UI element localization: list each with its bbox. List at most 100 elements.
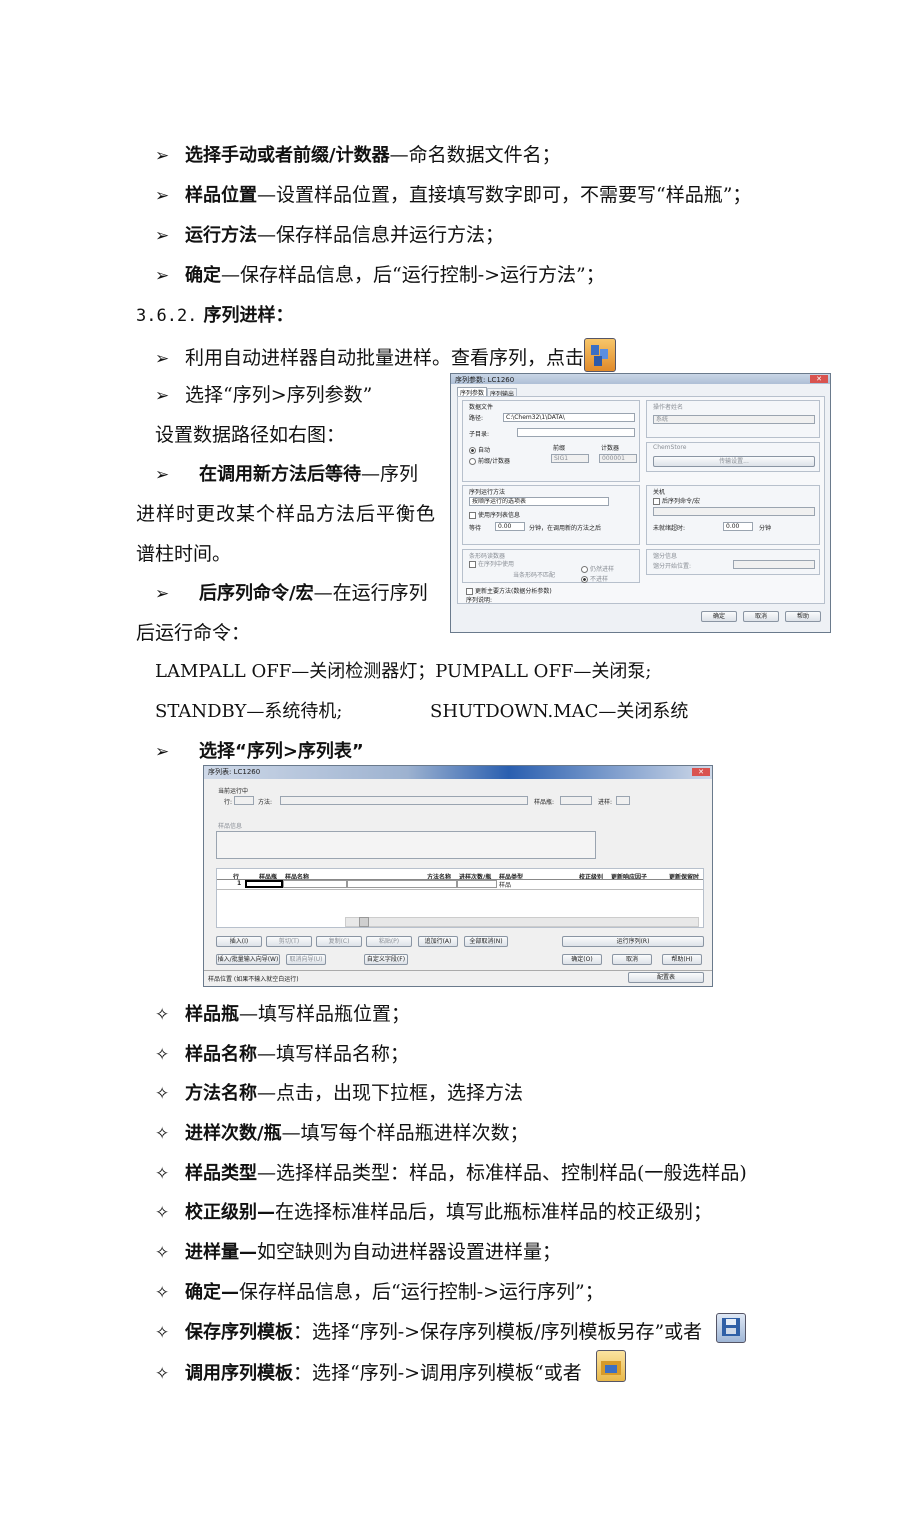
bullet-item: ➢ 选择“序列>序列表”	[155, 738, 364, 765]
sample-type-cell[interactable]: 样品	[499, 880, 511, 889]
subdir-input[interactable]	[517, 428, 635, 437]
shutdown-group: 关机 后序列命令/宏 未就绪超时: 0.00 分钟	[646, 485, 820, 545]
diamond-bullet-item: ✧ 进样量—如空缺则为自动进样器设置进样量；	[155, 1239, 561, 1266]
close-icon[interactable]: ✕	[810, 375, 828, 383]
prefix-input[interactable]: SIG1	[551, 454, 589, 463]
arrow-bullet-icon: ➢	[155, 226, 170, 246]
command-standby: STANDBY—系统待机;	[155, 701, 343, 722]
wizard-button[interactable]: 插入/批量输入向导(W)	[216, 954, 280, 965]
section-heading: 3.6.2. 序列进样：	[136, 305, 294, 326]
arrow-bullet-icon: ➢	[155, 386, 170, 406]
current-vial-field	[560, 796, 592, 805]
diamond-bullet-item: ✧ 调用序列模板：选择“序列->调用序列模板“或者	[155, 1350, 626, 1390]
sample-name-cell[interactable]	[283, 880, 347, 888]
diamond-bullet-icon: ✧	[155, 1323, 170, 1343]
use-seq-info-checkbox[interactable]: 使用序列表信息	[469, 510, 520, 519]
arrow-bullet-icon: ➢	[155, 186, 170, 206]
diamond-bullet-icon: ✧	[155, 1164, 170, 1184]
diamond-bullet-item: ✧ 样品类型—选择样品类型：样品，标准样品、控制样品(一般选样品)	[155, 1160, 747, 1187]
update-method-checkbox[interactable]: 更新主要方法(数据分析参数)	[466, 586, 552, 595]
arrow-bullet-icon: ➢	[155, 465, 170, 485]
diamond-bullet-item: ✧ 进样次数/瓶—填写每个样品瓶进样次数；	[155, 1120, 529, 1147]
sequence-toolbar-icon[interactable]	[584, 338, 617, 372]
paragraph: 设置数据路径如右图：	[155, 424, 346, 446]
current-inj-field	[616, 796, 630, 805]
command-line: LAMPALL OFF—关闭检测器灯；PUMPALL OFF—关闭泵;	[155, 661, 652, 682]
diamond-bullet-icon: ✧	[155, 1124, 170, 1144]
post-cmd-checkbox[interactable]: 后序列命令/宏	[653, 496, 700, 505]
chemstore-group: ChemStore 传输设置...	[646, 442, 820, 472]
help-button[interactable]: 帮助(H)	[662, 954, 702, 965]
diamond-bullet-icon: ✧	[155, 1203, 170, 1223]
fraction-group: 馏分信息 馏分开始位置:	[646, 549, 820, 575]
dialog-titlebar: 序列表: LC1260 ✕	[204, 766, 712, 779]
close-icon[interactable]: ✕	[692, 768, 710, 776]
diamond-bullet-icon: ✧	[155, 1283, 170, 1303]
diamond-bullet-item: ✧ 样品瓶—填写样品瓶位置；	[155, 1001, 410, 1028]
inj-count-cell[interactable]	[457, 880, 497, 888]
paragraph: 后运行命令：	[136, 622, 251, 644]
diamond-bullet-icon: ✧	[155, 1045, 170, 1065]
transfer-settings-button[interactable]: 传输设置...	[653, 456, 815, 467]
paste-button[interactable]: 粘贴(P)	[366, 936, 412, 947]
table-row-divider	[217, 889, 703, 890]
sequence-table-dialog: 序列表: LC1260 ✕ 当前运行中 行: 方法: 样品瓶: 进样: 样品信息 …	[203, 765, 713, 987]
counter-input[interactable]: 000001	[599, 454, 637, 463]
run-mode-group: 序列运行方法 按顺序运行的选项表 使用序列表信息 等待 0.00 分钟，在调用新…	[462, 485, 640, 545]
sequence-table: 行 样品瓶 样品名称 方法名称 进样次数/瓶 样品类型 校正级别 更新响应因子 …	[216, 868, 704, 928]
clear-all-button[interactable]: 全部取消(N)	[464, 936, 508, 947]
help-button[interactable]: 帮助	[785, 611, 821, 622]
fraction-start-input[interactable]	[733, 560, 815, 569]
arrow-bullet-icon: ➢	[155, 266, 170, 286]
not-ready-input[interactable]: 0.00	[723, 522, 753, 531]
bullet-item: ➢ 利用自动进样器自动批量进样。查看序列，点击	[155, 338, 617, 376]
bullet-item: ➢ 在调用新方法后等待—序列	[155, 461, 418, 488]
wait-input[interactable]: 0.00	[495, 522, 525, 531]
copy-button[interactable]: 复制(C)	[316, 936, 362, 947]
tab-panel: 数据文件 路径: C:\Chem32\1\DATA\ 子目录: 自动 前缀/计数…	[457, 396, 825, 604]
method-name-cell[interactable]	[347, 880, 457, 888]
diamond-bullet-item: ✧ 保存序列模板：选择“序列->保存序列模板/序列模板另存”或者	[155, 1313, 747, 1348]
vial-cell-selected[interactable]	[245, 880, 283, 888]
table-row-number: 1	[237, 880, 242, 887]
run-mode-dropdown[interactable]: 按顺序运行的选项表	[469, 497, 609, 506]
arrow-bullet-icon: ➢	[155, 349, 170, 369]
current-method-field	[280, 796, 528, 805]
radio-prefix[interactable]: 前缀/计数器	[469, 456, 510, 465]
sequence-params-dialog: 序列参数: LC1260 ✕ 序列参数 序列输出 数据文件 路径: C:\Chem…	[450, 373, 831, 633]
run-sequence-button[interactable]: 运行序列(R)	[562, 936, 704, 947]
cut-button[interactable]: 剪切(T)	[266, 936, 312, 947]
ok-button[interactable]: 确定(O)	[562, 954, 602, 965]
command-shutdown: SHUTDOWN.MAC—关闭系统	[430, 701, 689, 722]
undo-wizard-button[interactable]: 取消向导(U)	[286, 954, 326, 965]
barcode-use-checkbox[interactable]: 在序列中使用	[469, 559, 514, 568]
path-dropdown[interactable]: C:\Chem32\1\DATA\	[503, 413, 635, 422]
custom-fields-button[interactable]: 自定义字段(F)	[364, 954, 408, 965]
current-row-field	[234, 796, 254, 805]
radio-inject-anyway[interactable]: 仍然进样	[581, 564, 614, 573]
ok-button[interactable]: 确定	[701, 611, 737, 622]
diamond-bullet-icon: ✧	[155, 1243, 170, 1263]
scrollbar-thumb[interactable]	[359, 917, 369, 927]
radio-no-inject[interactable]: 不进样	[581, 574, 608, 583]
diamond-bullet-item: ✧ 确定—保存样品信息，后“运行控制->运行序列”；	[155, 1279, 604, 1306]
radio-auto[interactable]: 自动	[469, 445, 490, 454]
status-text: 样品位置 (如果不输入就空白运行)	[208, 976, 299, 983]
diamond-bullet-icon: ✧	[155, 1084, 170, 1104]
config-table-button[interactable]: 配置表	[628, 972, 704, 983]
load-template-icon[interactable]	[595, 1350, 626, 1382]
bullet-item: ➢ 确定—保存样品信息，后“运行控制->运行方法”；	[155, 262, 605, 289]
post-cmd-dropdown[interactable]	[653, 507, 815, 516]
cancel-button[interactable]: 取消	[743, 611, 779, 622]
append-row-button[interactable]: 追加行(A)	[418, 936, 458, 947]
bullet-item: ➢ 后序列命令/宏—在运行序列	[155, 580, 428, 607]
save-template-icon[interactable]	[716, 1313, 747, 1343]
cancel-button[interactable]: 取消	[612, 954, 652, 965]
paragraph: 进样时更改某个样品方法后平衡色	[136, 503, 437, 525]
sample-info-field[interactable]	[216, 831, 596, 859]
horizontal-scrollbar[interactable]	[345, 917, 699, 927]
operator-input[interactable]: 系统	[653, 415, 815, 424]
diamond-bullet-item: ✧ 校正级别—在选择标准样品后，填写此瓶标准样品的校正级别；	[155, 1199, 712, 1226]
status-divider	[204, 970, 712, 971]
insert-button[interactable]: 插入(I)	[216, 936, 262, 947]
